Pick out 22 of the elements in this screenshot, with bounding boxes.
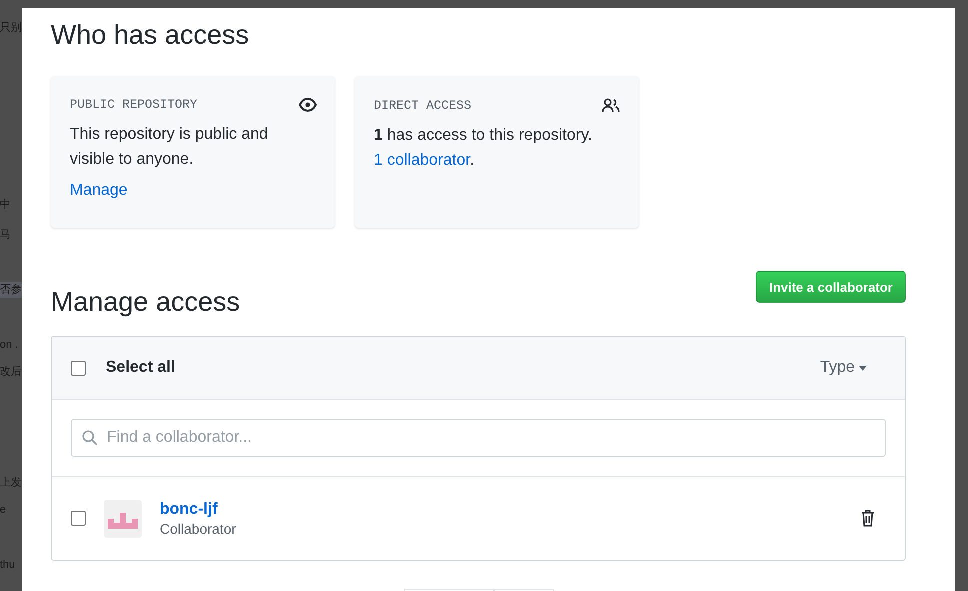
section-title: Who has access [51, 19, 250, 52]
manage-link[interactable]: Manage [70, 182, 128, 200]
collaborator-name[interactable]: bonc-ljf [160, 500, 218, 518]
search-field[interactable]: Find a collaborator... [71, 419, 886, 457]
checkbox[interactable] [71, 360, 86, 376]
collaborator-link[interactable]: 1 collaborator [374, 152, 470, 169]
card-text: This repository is public and visible to anyone. [70, 125, 270, 170]
type-dropdown[interactable]: Type [820, 359, 867, 377]
collaborator-role: Collaborator [160, 520, 238, 536]
checkbox[interactable] [71, 511, 86, 526]
trash-icon[interactable] [861, 510, 875, 527]
people-icon [602, 98, 621, 113]
caret-icon [859, 366, 867, 370]
card-heading: DIRECT ACCESS [374, 98, 472, 112]
background-text: 否参 [0, 282, 22, 298]
search-icon [82, 430, 98, 446]
section-title: Manage access [51, 286, 240, 319]
invite-button[interactable]: Invite a collaborator [756, 271, 906, 303]
card-text: 1 has access to this repository. 1 collaborator. [374, 126, 594, 171]
eye-icon [299, 98, 317, 112]
card-heading: PUBLIC REPOSITORY [70, 98, 198, 112]
select-all-label: Select all [106, 359, 176, 377]
